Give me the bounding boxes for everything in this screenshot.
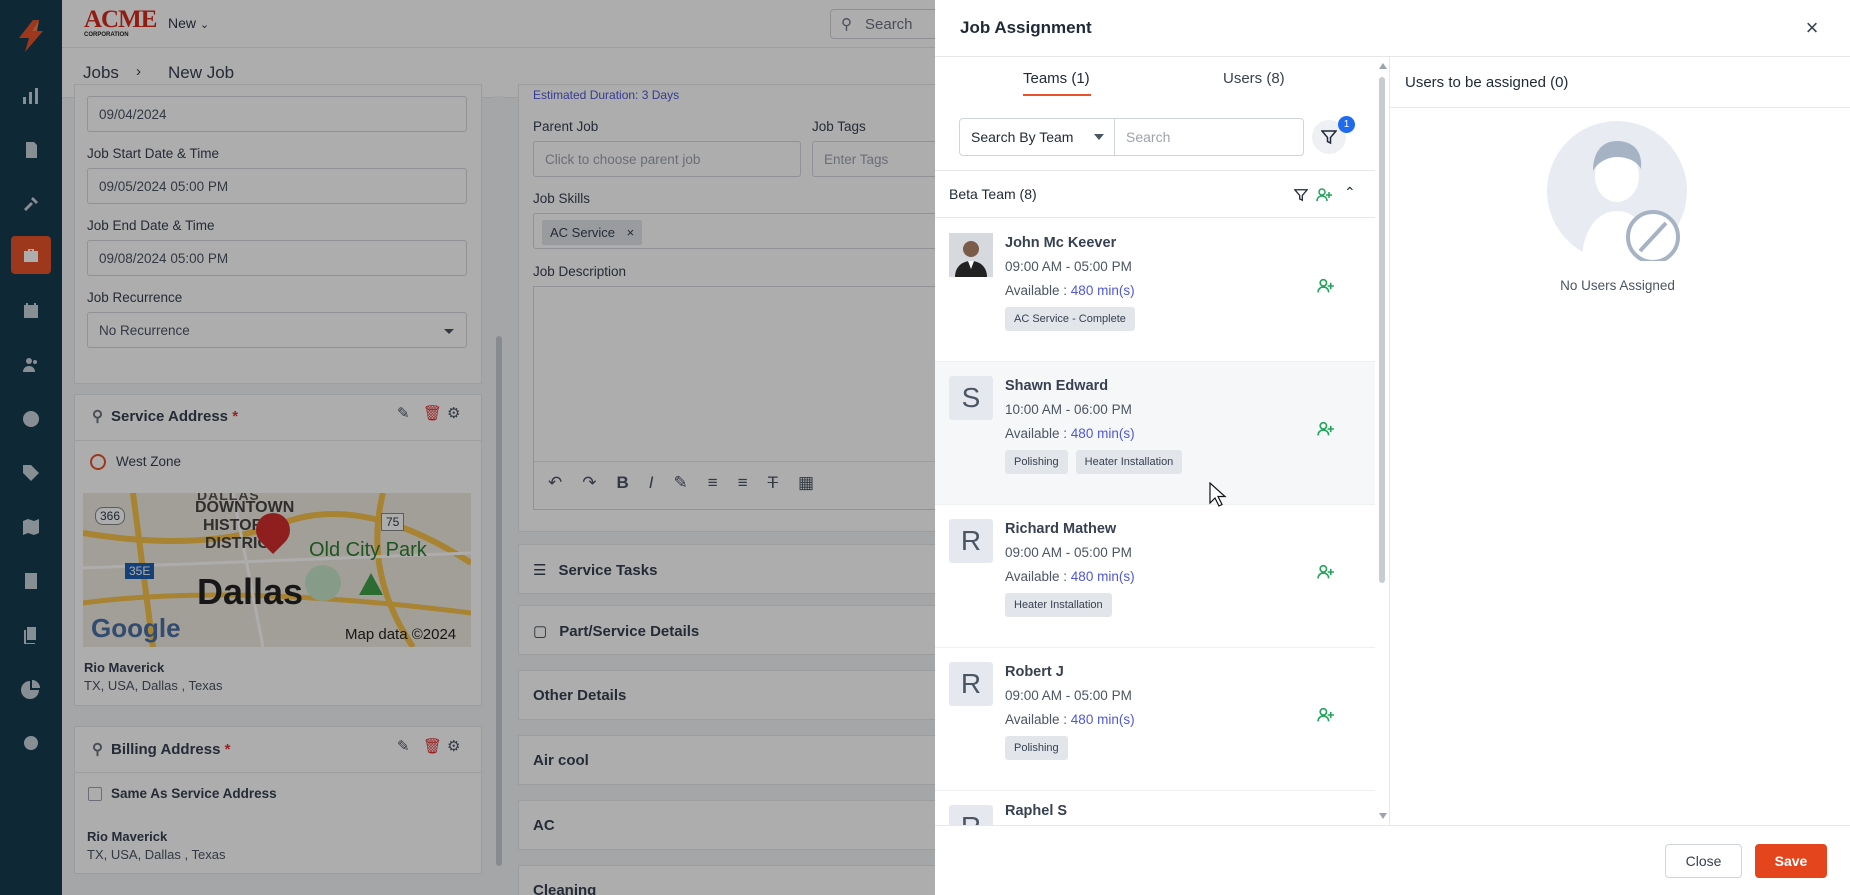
user-availability: Available : 480 min(s) <box>1005 283 1135 298</box>
drawer-header: Job Assignment × <box>935 0 1850 57</box>
availability-minutes: 480 min(s) <box>1070 569 1135 584</box>
availability-prefix: Available : <box>1005 712 1071 727</box>
skill-chip: Polishing <box>1005 736 1068 760</box>
filter-count-badge: 1 <box>1338 116 1355 133</box>
modal-backdrop[interactable] <box>0 0 935 895</box>
skill-chip: Heater Installation <box>1005 593 1112 617</box>
availability-prefix: Available : <box>1005 426 1071 441</box>
user-list-scroll-thumb[interactable] <box>1379 77 1385 583</box>
team-name: Beta Team (8) <box>949 186 1037 202</box>
user-availability: Available : 480 min(s) <box>1005 426 1135 441</box>
close-button[interactable]: Close <box>1665 844 1742 878</box>
availability-prefix: Available : <box>1005 283 1071 298</box>
filter-icon <box>1321 130 1337 145</box>
scroll-up-arrow-icon[interactable] <box>1379 63 1387 69</box>
user-row[interactable]: R Raphel S <box>935 791 1375 825</box>
add-all-users-icon[interactable] <box>1316 187 1333 203</box>
job-assignment-drawer: Job Assignment × Teams (1) Users (8) Sea… <box>935 0 1850 895</box>
avatar: R <box>949 805 993 825</box>
avatar: S <box>949 376 993 420</box>
no-users-illustration-icon <box>1547 121 1687 261</box>
availability-minutes: 480 min(s) <box>1070 712 1135 727</box>
availability-minutes: 480 min(s) <box>1070 426 1135 441</box>
search-by-value: Search By Team <box>971 129 1074 145</box>
team-filter-icon[interactable] <box>1294 188 1308 202</box>
skill-chip: AC Service - Complete <box>1005 307 1135 331</box>
caret-down-icon <box>1094 134 1104 140</box>
user-availability: Available : 480 min(s) <box>1005 712 1135 727</box>
user-availability: Available : 480 min(s) <box>1005 569 1135 584</box>
team-search-input[interactable]: Search <box>1114 118 1304 156</box>
user-name: Robert J <box>1005 664 1064 680</box>
user-shift: 10:00 AM - 06:00 PM <box>1005 402 1132 417</box>
avatar: R <box>949 519 993 563</box>
tab-users[interactable]: Users (8) <box>1223 70 1285 87</box>
drawer-title: Job Assignment <box>960 18 1092 37</box>
divider <box>1390 107 1850 108</box>
close-icon[interactable]: × <box>1801 17 1823 39</box>
chevron-up-icon[interactable]: ⌃ <box>1344 184 1356 201</box>
tab-teams[interactable]: Teams (1) <box>1023 70 1090 87</box>
user-shift: 09:00 AM - 05:00 PM <box>1005 259 1132 274</box>
team-row[interactable]: Beta Team (8) ⌃ <box>935 170 1375 218</box>
add-user-icon[interactable] <box>1317 563 1335 581</box>
assignment-tabs: Teams (1) Users (8) <box>935 57 1375 102</box>
skill-chips: Polishing <box>1005 736 1068 760</box>
skill-chips: Polishing Heater Installation <box>1005 450 1183 474</box>
avatar: R <box>949 662 993 706</box>
user-name: Raphel S <box>1005 803 1068 819</box>
avatar-photo <box>949 233 993 277</box>
availability-minutes: 480 min(s) <box>1070 283 1135 298</box>
user-name: Richard Mathew <box>1005 521 1117 537</box>
search-by-select[interactable]: Search By Team <box>959 118 1115 156</box>
user-row[interactable]: R Richard Mathew 09:00 AM - 05:00 PM Ava… <box>935 505 1375 648</box>
skill-chips: AC Service - Complete <box>1005 307 1135 331</box>
no-users-text: No Users Assigned <box>1560 278 1675 293</box>
drawer-footer: Close Save <box>935 825 1850 895</box>
skill-chips: Heater Installation <box>1005 593 1112 617</box>
user-name: John Mc Keever <box>1005 235 1117 251</box>
save-button[interactable]: Save <box>1755 844 1827 878</box>
user-shift: 09:00 AM - 05:00 PM <box>1005 688 1132 703</box>
user-shift: 09:00 AM - 05:00 PM <box>1005 545 1132 560</box>
user-row[interactable]: R Robert J 09:00 AM - 05:00 PM Available… <box>935 648 1375 791</box>
tab-active-indicator <box>1023 94 1091 96</box>
skill-chip: Polishing <box>1005 450 1068 474</box>
avatar <box>949 233 993 277</box>
assigned-pane: Users to be assigned (0) No Users Assign… <box>1390 57 1850 825</box>
availability-prefix: Available : <box>1005 569 1071 584</box>
user-row[interactable]: S Shawn Edward 10:00 AM - 06:00 PM Avail… <box>935 362 1375 507</box>
add-user-icon[interactable] <box>1317 706 1335 724</box>
user-name: Shawn Edward <box>1005 378 1109 394</box>
add-user-icon[interactable] <box>1317 277 1335 295</box>
add-user-icon[interactable] <box>1317 420 1335 438</box>
assigned-title: Users to be assigned (0) <box>1405 74 1569 91</box>
scroll-down-arrow-icon[interactable] <box>1379 813 1387 819</box>
user-row[interactable]: John Mc Keever 09:00 AM - 05:00 PM Avail… <box>935 219 1375 362</box>
skill-chip: Heater Installation <box>1075 450 1183 474</box>
app-root: ACME CORPORATION New ⌄ ⚲ Search Jobs › N… <box>0 0 1850 895</box>
teams-pane: Teams (1) Users (8) Search By Team Searc… <box>935 57 1390 825</box>
